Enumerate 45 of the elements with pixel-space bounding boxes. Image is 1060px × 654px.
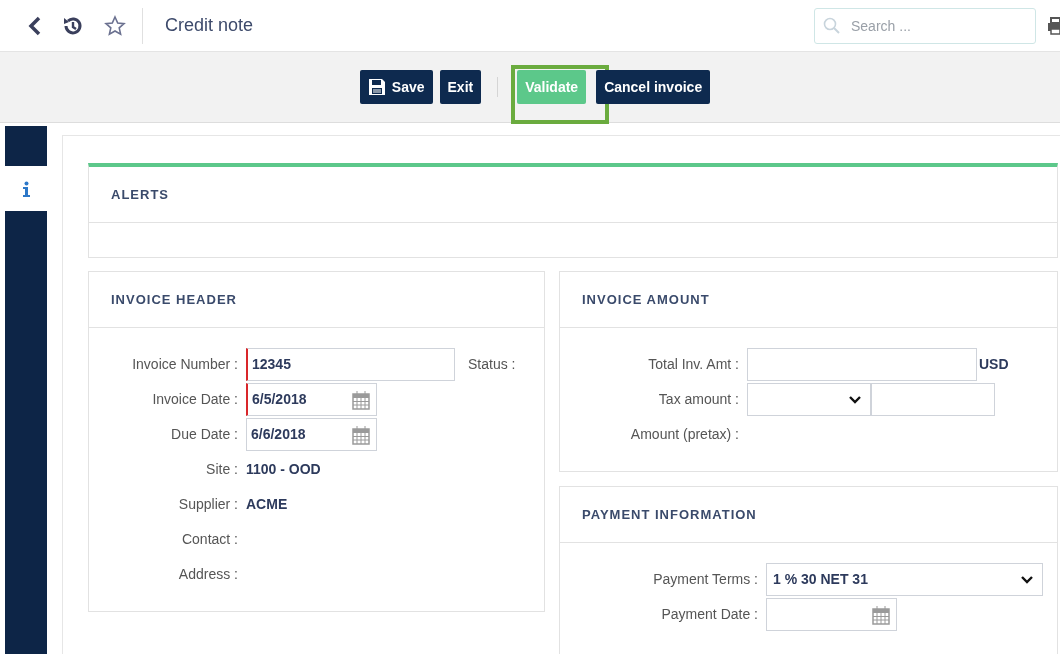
section-title: ALERTS bbox=[111, 185, 169, 204]
calendar-icon bbox=[872, 604, 890, 625]
dropdown[interactable]: 1 % 30 NET 31 bbox=[766, 563, 1043, 596]
input-field[interactable] bbox=[747, 348, 977, 381]
info-icon bbox=[22, 180, 30, 197]
star-icon bbox=[104, 14, 126, 37]
field-label: Total Inv. Amt : bbox=[647, 355, 740, 374]
calendar-icon bbox=[352, 424, 370, 445]
date-field[interactable]: 6/5/2018 bbox=[246, 383, 377, 416]
field-label: Invoice Number : bbox=[131, 355, 239, 374]
favorite-button[interactable] bbox=[104, 14, 126, 37]
back-icon bbox=[28, 15, 42, 36]
date-field[interactable]: 6/6/2018 bbox=[246, 418, 377, 451]
field-label: Due Date : bbox=[170, 425, 239, 444]
input-field[interactable]: 12345 bbox=[246, 348, 455, 381]
field-label: Payment Date : bbox=[660, 605, 759, 624]
toolbar-button[interactable]: Exit bbox=[439, 70, 482, 104]
search-field[interactable]: Search ... bbox=[814, 7, 1036, 44]
field-label: Address : bbox=[177, 565, 239, 584]
field-label: Site : bbox=[205, 460, 239, 479]
field-label: Tax amount : bbox=[657, 390, 740, 409]
field-label: Status : bbox=[468, 355, 516, 374]
toolbar-button[interactable]: Cancel invoice bbox=[596, 70, 711, 104]
input-field[interactable] bbox=[871, 383, 995, 416]
field-label: Invoice Date : bbox=[151, 390, 239, 409]
history-button[interactable] bbox=[62, 14, 84, 37]
field-label: Amount (pretax) : bbox=[629, 425, 740, 444]
history-icon bbox=[62, 14, 84, 37]
search-icon bbox=[823, 16, 841, 35]
chevron-down-icon bbox=[1020, 574, 1034, 585]
calendar-icon bbox=[352, 389, 370, 410]
field-label: Contact : bbox=[180, 530, 239, 549]
chevron-down-icon bbox=[848, 394, 862, 405]
field-value: ACME bbox=[246, 495, 288, 514]
section-title: INVOICE HEADER bbox=[111, 290, 237, 309]
field-label: Supplier : bbox=[177, 495, 239, 514]
date-field[interactable] bbox=[766, 598, 897, 631]
save-button[interactable]: Save bbox=[359, 70, 433, 104]
page-title: Credit note bbox=[165, 14, 254, 37]
section-title: PAYMENT INFORMATION bbox=[582, 505, 757, 524]
print-button[interactable] bbox=[1048, 15, 1060, 36]
section-title: INVOICE AMOUNT bbox=[582, 290, 710, 309]
field-value: 1100 - OOD bbox=[246, 460, 321, 479]
field-label: Payment Terms : bbox=[652, 570, 759, 589]
currency-label: USD bbox=[979, 355, 1009, 374]
